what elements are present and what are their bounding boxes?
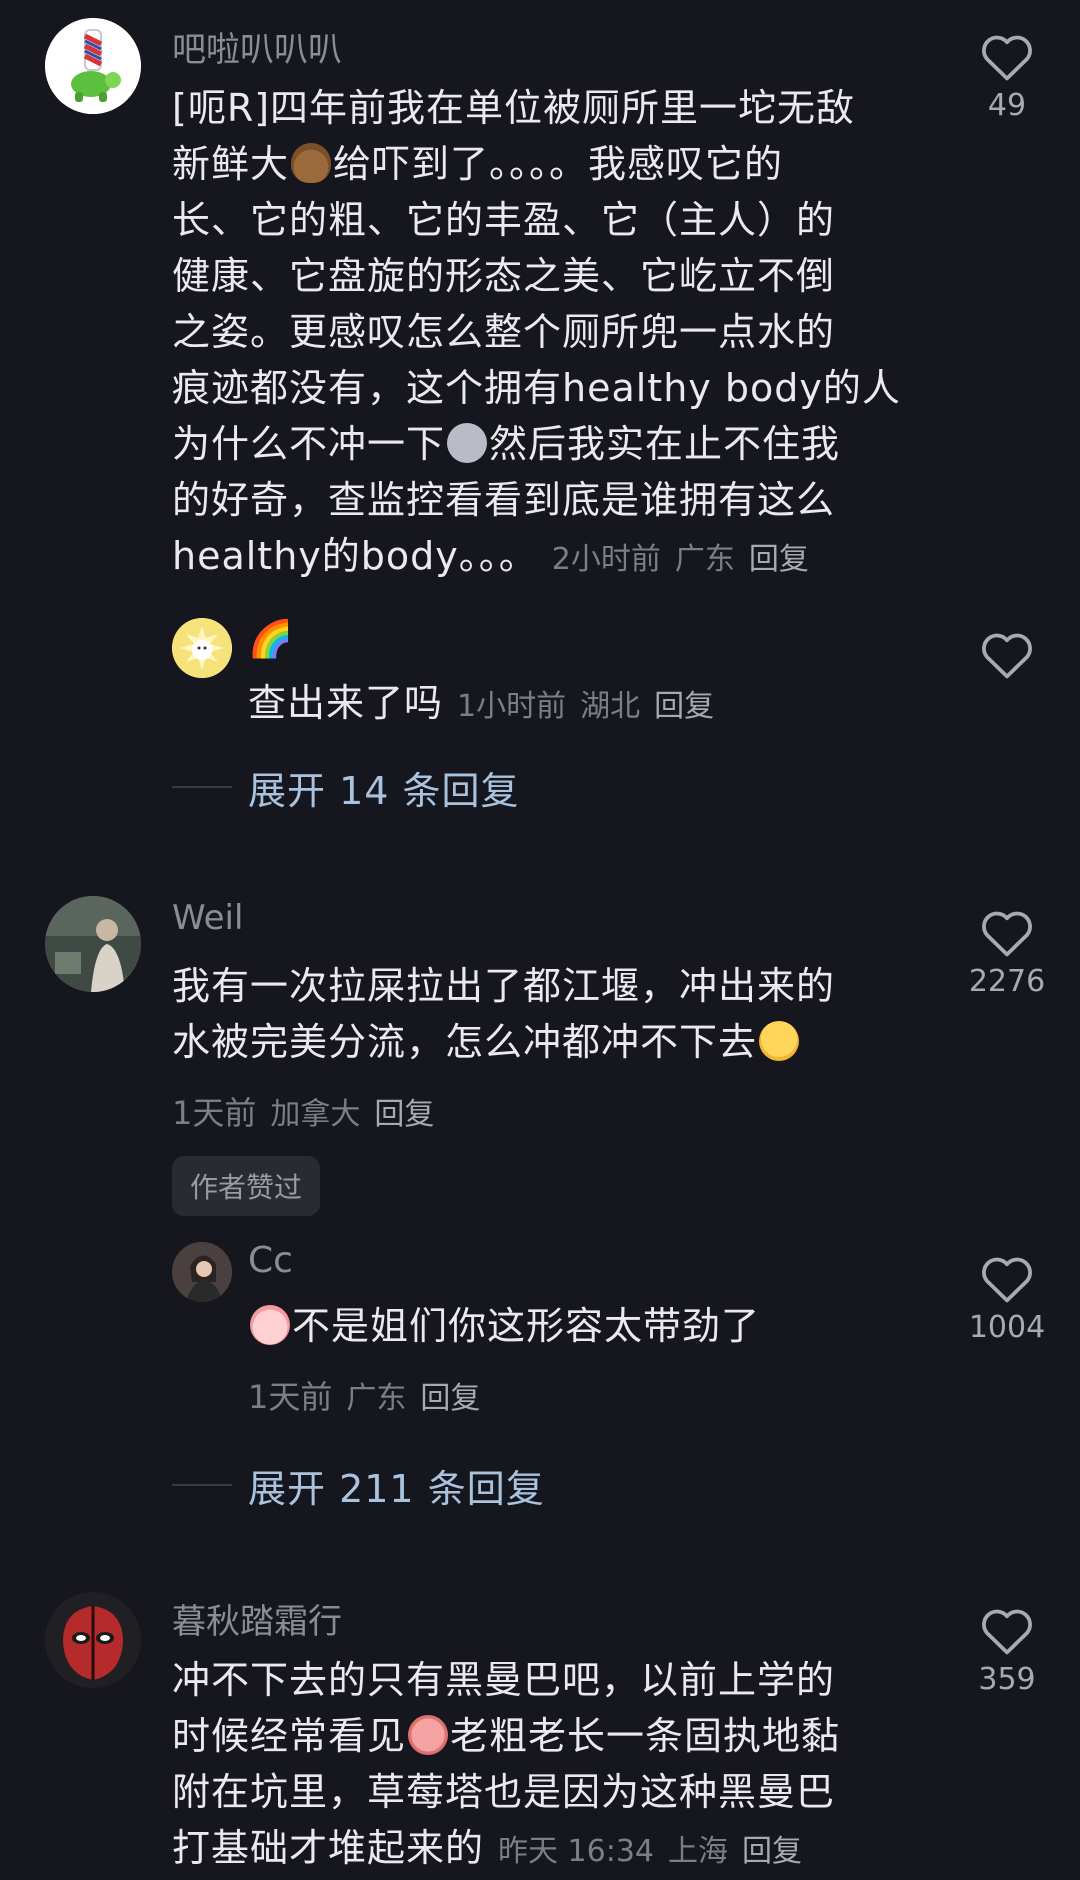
like-count: 1004 xyxy=(968,1310,1046,1345)
reply-text: 查出来了吗 xyxy=(248,681,444,725)
heart-outline-icon xyxy=(982,1609,1032,1655)
comment-text-segment: 打基础才堆起来的 xyxy=(172,1826,485,1870)
heart-outline-icon xyxy=(982,911,1032,957)
comment-username[interactable]: 吧啦叭叭叭 xyxy=(172,22,342,71)
crying-face-emoji xyxy=(408,1715,449,1755)
comment-location: 广东 xyxy=(674,542,735,577)
comment-text-segment: 为什么不冲一下 xyxy=(172,422,446,466)
poop-emoji xyxy=(291,143,332,183)
avatar-mask-image xyxy=(45,1592,141,1688)
comment-username[interactable]: Weil xyxy=(172,898,243,938)
reply-location: 湖北 xyxy=(580,689,641,724)
avatar-photo-image xyxy=(45,896,141,992)
comment-text-line: 的好奇，查监控看看到底是谁拥有这么 xyxy=(172,478,836,522)
comment-text: [呃R]四年前我在单位被厕所里一坨无敌 新鲜大 给吓到了。。。。我感叹它的 长、它… xyxy=(172,80,942,588)
ghost-emoji xyxy=(447,423,488,463)
comment-location: 上海 xyxy=(668,1834,729,1869)
like-count: 359 xyxy=(978,1662,1036,1697)
reply-username[interactable]: Cc xyxy=(248,1240,293,1281)
reply-text-line: 不是姐们你这形容太带劲了 xyxy=(248,1298,760,1354)
comment-text-line: 健康、它盘旋的形态之美、它屹立不倒 xyxy=(172,254,836,298)
like-button[interactable]: 1004 xyxy=(952,1252,1062,1345)
comment-text-line: 打基础才堆起来的 昨天 16:34 上海 回复 xyxy=(172,1820,942,1880)
reply-button[interactable]: 回复 xyxy=(749,542,809,577)
peach-face-emoji xyxy=(250,1305,290,1345)
comment-text-line: 冲不下去的只有黑曼巴吧，以前上学的 xyxy=(172,1658,836,1702)
reply-button[interactable]: 回复 xyxy=(374,1097,434,1132)
expand-replies-button[interactable]: 展开 211 条回复 xyxy=(248,1458,545,1513)
comment-text-line: 之姿。更感叹怎么整个厕所兜一点水的 xyxy=(172,310,836,354)
like-count: 49 xyxy=(987,88,1027,123)
expand-replies-button[interactable]: 展开 14 条回复 xyxy=(248,760,520,815)
comment-text-segment: 老粗老长一条固执地黏 xyxy=(450,1714,841,1758)
comment-location: 加拿大 xyxy=(270,1097,361,1132)
comment-time: 昨天 16:34 xyxy=(498,1834,655,1869)
heart-outline-icon xyxy=(982,1257,1032,1303)
comment-text-line: 为什么不冲一下 然后我实在止不住我 xyxy=(172,416,942,472)
comment-feed: 吧啦叭叭叭 [呃R]四年前我在单位被厕所里一坨无敌 新鲜大 给吓到了。。。。我感叹… xyxy=(0,0,1080,1880)
like-button[interactable]: 49 xyxy=(952,30,1062,123)
reply-button[interactable]: 回复 xyxy=(654,689,714,724)
comment-text-segment: 水被完美分流，怎么冲都冲不下去 xyxy=(172,1020,758,1064)
avatar[interactable] xyxy=(45,18,141,114)
comment-text-segment: 然后我实在止不住我 xyxy=(489,422,841,466)
comment-text-line: healthy的body。。。 2小时前 广东 回复 xyxy=(172,528,942,588)
divider xyxy=(172,1484,232,1486)
comment-text-line: 新鲜大 给吓到了。。。。我感叹它的 xyxy=(172,136,942,192)
like-button[interactable]: 359 xyxy=(952,1604,1062,1697)
comment-time: 2小时前 xyxy=(551,542,661,577)
avatar-turtle-image xyxy=(45,18,141,114)
comment-text-line: 附在坑里，草莓塔也是因为这种黑曼巴 xyxy=(172,1770,836,1814)
like-count: 2276 xyxy=(968,964,1046,999)
reply-button[interactable]: 回复 xyxy=(742,1834,802,1869)
reply-username[interactable]: 🌈 xyxy=(248,618,293,660)
comment-text: 冲不下去的只有黑曼巴吧，以前上学的 时候经常看见 老粗老长一条固执地黏 附在坑里，… xyxy=(172,1652,942,1880)
comment-text-segment: healthy的body。。。 xyxy=(172,534,538,578)
reply-text: 不是姐们你这形容太带劲了 xyxy=(292,1304,761,1348)
comment-text-line: 水被完美分流，怎么冲都冲不下去 xyxy=(172,1014,942,1070)
reply-location: 广东 xyxy=(346,1381,407,1416)
reply-text-line: 查出来了吗 1小时前 湖北 回复 xyxy=(248,675,714,735)
like-button[interactable]: 2276 xyxy=(952,906,1062,999)
reply-button[interactable]: 回复 xyxy=(420,1381,480,1416)
avatar[interactable] xyxy=(172,1242,232,1302)
comment-text-segment: 新鲜大 xyxy=(172,142,290,186)
comment-text-line: [呃R]四年前我在单位被厕所里一坨无敌 xyxy=(172,86,856,130)
author-liked-badge: 作者赞过 xyxy=(172,1156,321,1216)
comment-time: 1天前 xyxy=(172,1094,257,1132)
comment-meta: 1天前 加拿大 回复 xyxy=(172,1088,434,1134)
reply-meta: 1天前 广东 回复 xyxy=(248,1372,480,1418)
like-button[interactable] xyxy=(952,628,1062,680)
avatar[interactable] xyxy=(172,618,232,678)
comment-text-line: 我有一次拉屎拉出了都江堰，冲出来的 xyxy=(172,964,836,1008)
comment-username[interactable]: 暮秋踏霜行 xyxy=(172,1594,342,1643)
cheeky-face-emoji xyxy=(759,1021,800,1061)
avatar[interactable] xyxy=(45,896,141,992)
comment-text-line: 痕迹都没有，这个拥有healthy body的人 xyxy=(172,366,901,410)
avatar[interactable] xyxy=(45,1592,141,1688)
divider xyxy=(172,786,232,788)
heart-outline-icon xyxy=(982,633,1032,679)
reply-time: 1天前 xyxy=(248,1378,333,1416)
avatar-photo-image xyxy=(172,1242,232,1302)
comment-text-line: 长、它的粗、它的丰盈、它（主人）的 xyxy=(172,198,836,242)
comment-text-segment: 给吓到了。。。。我感叹它的 xyxy=(333,142,784,186)
comment-text-segment: 时候经常看见 xyxy=(172,1714,407,1758)
comment-text: 我有一次拉屎拉出了都江堰，冲出来的 水被完美分流，怎么冲都冲不下去 xyxy=(172,958,942,1070)
comment-text-line: 时候经常看见 老粗老长一条固执地黏 xyxy=(172,1708,942,1764)
avatar-cartoon-image xyxy=(172,618,232,678)
heart-outline-icon xyxy=(982,35,1032,81)
reply-time: 1小时前 xyxy=(457,689,567,724)
